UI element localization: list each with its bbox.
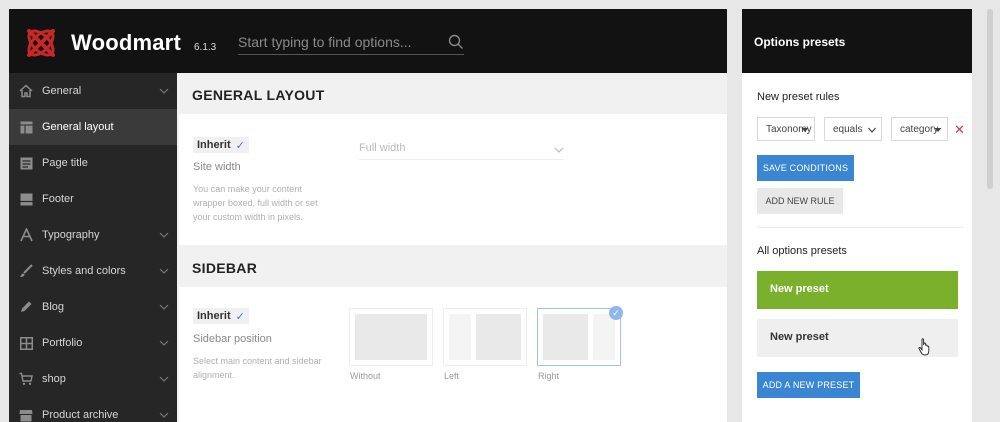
sidebar-item-label: Product archive bbox=[42, 409, 119, 421]
select-value: Full width bbox=[359, 142, 406, 154]
option-description: Select main content and sidebar alignmen… bbox=[193, 356, 322, 380]
sidebar-item-label: General layout bbox=[42, 121, 114, 133]
brush-icon bbox=[19, 264, 33, 278]
add-new-preset-button[interactable]: ADD A NEW PRESET bbox=[757, 372, 860, 398]
brand-name: Woodmart bbox=[71, 30, 181, 55]
chevron-down-icon bbox=[159, 268, 169, 274]
presets-title: Options presets bbox=[742, 9, 972, 73]
rule-operator-select[interactable]: equals bbox=[824, 117, 882, 141]
sidebar-item-label: shop bbox=[42, 373, 66, 385]
remove-rule-icon[interactable]: ✕ bbox=[954, 122, 965, 138]
sidebar-item-shop[interactable]: shop bbox=[9, 361, 177, 397]
sidebar-item-label: General bbox=[42, 85, 82, 97]
sidebar-item-typography[interactable]: Typography bbox=[9, 217, 177, 253]
settings-content: GENERAL LAYOUT Inherit ✓ Site width You … bbox=[177, 73, 727, 422]
layout-preview-sidebar bbox=[593, 314, 615, 360]
checkmark-icon: ✓ bbox=[235, 139, 245, 152]
sidebar-item-label: Blog bbox=[42, 301, 65, 313]
option-label: Sidebar position bbox=[193, 333, 272, 345]
option-description: You can make your content wrapper boxed,… bbox=[193, 184, 318, 222]
save-conditions-button[interactable]: SAVE CONDITIONS bbox=[757, 155, 854, 181]
add-new-rule-button[interactable]: ADD NEW RULE bbox=[757, 188, 843, 214]
inherit-label: Inherit bbox=[197, 139, 231, 151]
sidebar-item-label: Footer bbox=[42, 193, 74, 205]
hand-cursor-icon bbox=[918, 338, 930, 356]
chevron-down-icon bbox=[868, 127, 876, 133]
sidebar-nav: General General layout Page title Footer… bbox=[9, 73, 177, 422]
woodmart-logo-icon bbox=[27, 29, 55, 57]
new-preset-rules-title: New preset rules bbox=[757, 91, 840, 103]
chevron-down-icon bbox=[159, 340, 169, 346]
sidebar-item-label: Styles and colors bbox=[42, 265, 126, 277]
selected-check-icon: ✓ bbox=[609, 306, 623, 320]
search-input[interactable] bbox=[238, 32, 433, 52]
top-header: Woodmart 6.1.3 bbox=[9, 9, 727, 73]
option-label: Site width bbox=[193, 161, 241, 173]
home-icon bbox=[19, 84, 33, 98]
inherit-toggle[interactable]: Inherit ✓ bbox=[193, 137, 249, 153]
typography-icon bbox=[19, 228, 33, 242]
chevron-down-icon bbox=[159, 304, 169, 310]
sidebar-item-page-title[interactable]: Page title bbox=[9, 145, 177, 181]
sidebar-option-caption: Left bbox=[444, 371, 460, 381]
select-value: equals bbox=[833, 124, 863, 135]
page-title-icon bbox=[19, 156, 33, 170]
sidebar-item-general[interactable]: General bbox=[9, 73, 177, 109]
checkmark-icon: ✓ bbox=[235, 310, 245, 323]
sidebar-item-general-layout[interactable]: General layout bbox=[9, 109, 177, 145]
cart-icon bbox=[19, 372, 33, 386]
all-presets-title: All options presets bbox=[757, 245, 847, 257]
chevron-down-icon bbox=[554, 147, 564, 153]
store-icon bbox=[19, 408, 33, 422]
layout-preview-sidebar bbox=[449, 314, 471, 360]
chevron-down-icon bbox=[159, 88, 169, 94]
sidebar-item-styles-colors[interactable]: Styles and colors bbox=[9, 253, 177, 289]
sidebar-item-blog[interactable]: Blog bbox=[9, 289, 177, 325]
page-scrollbar[interactable] bbox=[987, 9, 993, 189]
chevron-down-icon bbox=[159, 412, 169, 418]
sidebar-option-caption: Without bbox=[350, 371, 381, 381]
rule-value-select[interactable]: category bbox=[891, 117, 948, 141]
section-title-general-layout: GENERAL LAYOUT bbox=[192, 87, 325, 103]
pencil-icon bbox=[19, 300, 33, 314]
sidebar-item-label: Typography bbox=[42, 229, 100, 241]
rule-field-select[interactable]: Taxonomy bbox=[757, 117, 815, 141]
options-presets-panel: Options presets New preset rules Taxonom… bbox=[742, 9, 972, 422]
preset-item-active[interactable]: New preset bbox=[757, 271, 958, 309]
divider bbox=[757, 227, 964, 228]
search-icon[interactable] bbox=[448, 34, 464, 50]
sidebar-item-footer[interactable]: Footer bbox=[9, 181, 177, 217]
inherit-toggle[interactable]: Inherit ✓ bbox=[193, 308, 249, 324]
footer-icon bbox=[19, 192, 33, 206]
chevron-down-icon bbox=[801, 128, 809, 132]
version-label: 6.1.3 bbox=[194, 42, 217, 53]
chevron-down-icon bbox=[159, 232, 169, 238]
layout-preview bbox=[355, 314, 427, 360]
layout-icon bbox=[19, 120, 33, 134]
site-width-select[interactable]: Full width bbox=[359, 142, 564, 160]
sidebar-option-caption: Right bbox=[538, 371, 560, 381]
select-value: category bbox=[900, 124, 939, 135]
grid-icon bbox=[19, 336, 33, 350]
sidebar-item-label: Page title bbox=[42, 157, 88, 169]
options-search bbox=[238, 29, 464, 55]
sidebar-option-right[interactable] bbox=[537, 308, 621, 366]
section-title-sidebar: SIDEBAR bbox=[192, 260, 258, 276]
inherit-label: Inherit bbox=[197, 310, 231, 322]
layout-preview-content bbox=[476, 314, 521, 360]
sidebar-item-portfolio[interactable]: Portfolio bbox=[9, 325, 177, 361]
chevron-down-icon bbox=[934, 128, 942, 132]
sidebar-option-without[interactable] bbox=[349, 308, 433, 366]
sidebar-position-card: Inherit ✓ Sidebar position Select main c… bbox=[179, 287, 727, 422]
layout-preview-content bbox=[543, 314, 588, 360]
chevron-down-icon bbox=[159, 376, 169, 382]
sidebar-item-label: Portfolio bbox=[42, 337, 83, 349]
sidebar-item-product-archive[interactable]: Product archive bbox=[9, 397, 177, 422]
sidebar-option-left[interactable] bbox=[443, 308, 527, 366]
site-width-card: Inherit ✓ Site width You can make your c… bbox=[179, 114, 727, 245]
